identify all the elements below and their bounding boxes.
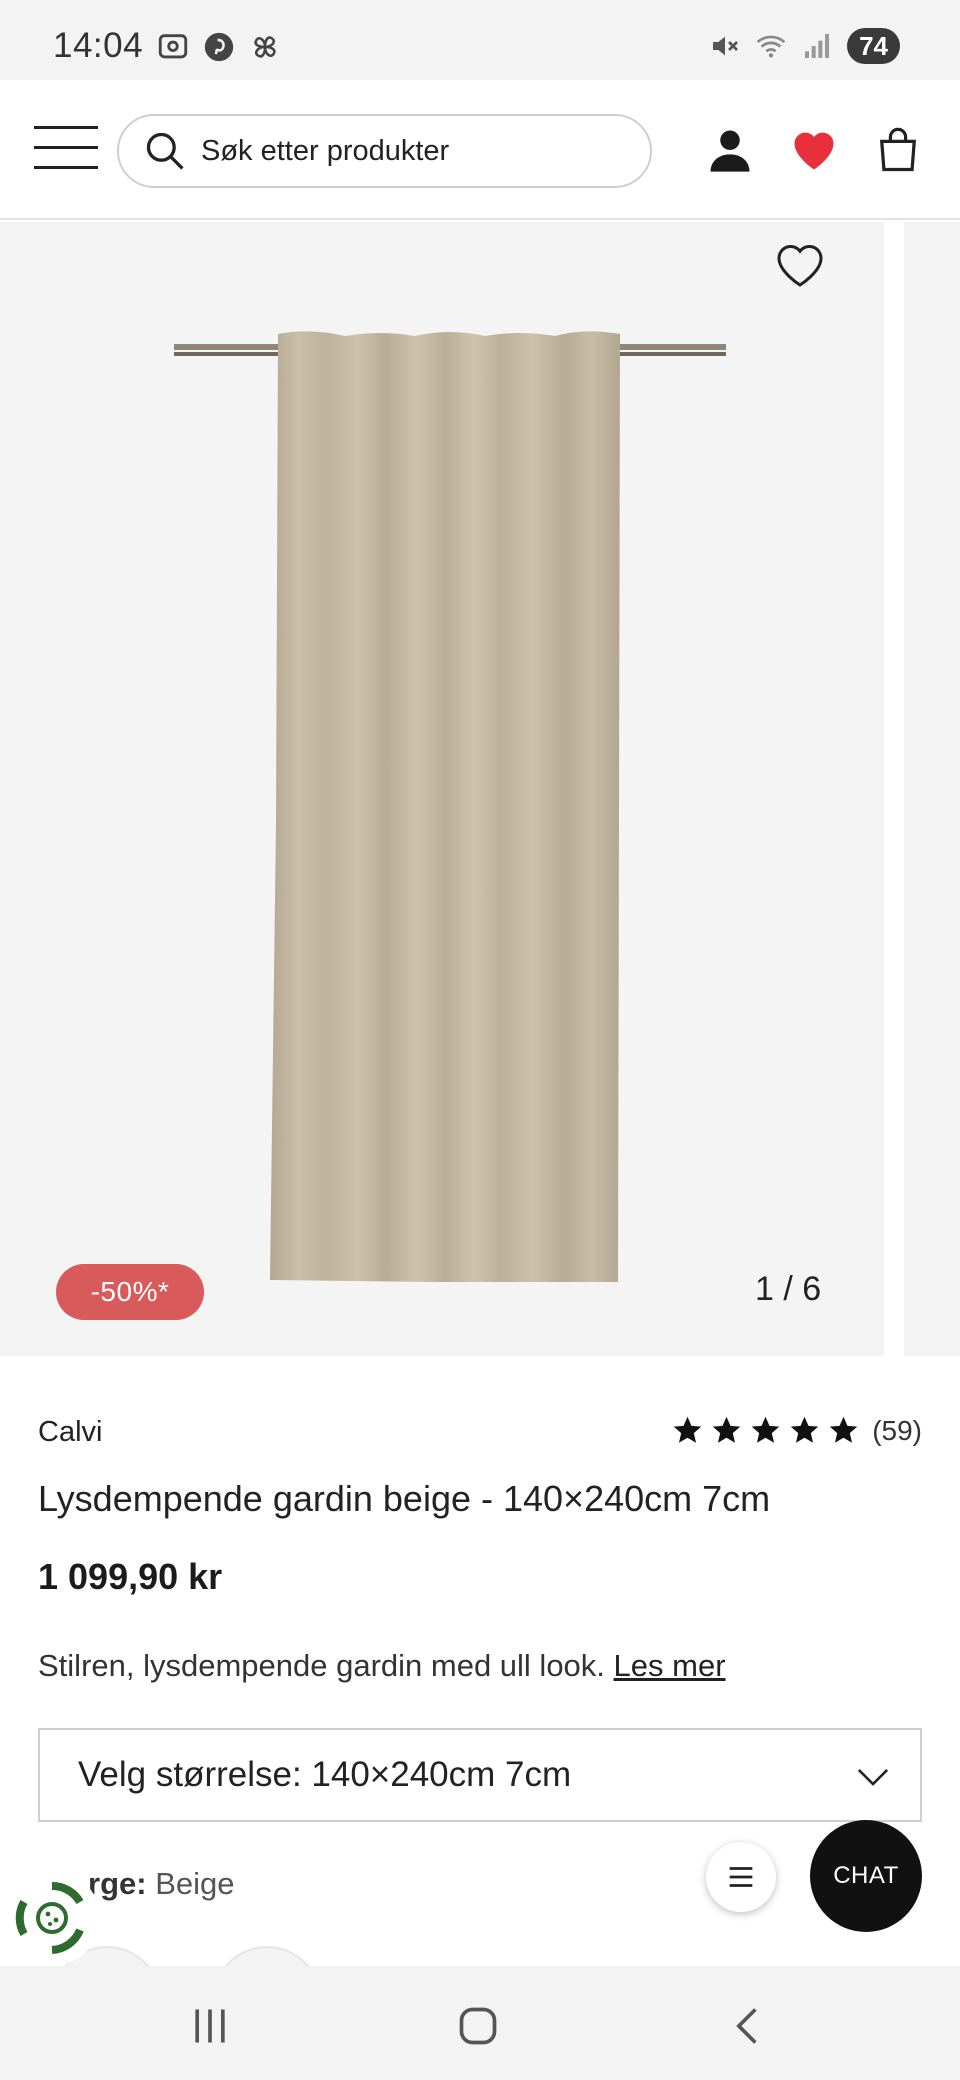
image-counter: 1 / 6: [755, 1270, 822, 1308]
size-select-label: Velg størrelse: 140×240cm 7cm: [78, 1755, 572, 1794]
product-description: Stilren, lysdempende gardin med ull look…: [38, 1648, 726, 1684]
mute-icon: [713, 36, 739, 56]
status-time: 14:04: [53, 26, 144, 65]
recycle-icon: [15, 1881, 84, 1954]
product-image-next-peek[interactable]: [904, 222, 960, 1356]
chevron-down-icon: [857, 1769, 889, 1786]
star-icon: [712, 1416, 741, 1443]
curtain-image: [174, 331, 726, 1282]
rating-count: (59): [872, 1414, 922, 1446]
list-menu-icon: [729, 1867, 753, 1887]
color-value: Beige: [155, 1866, 235, 1901]
product-brand[interactable]: Calvi: [38, 1416, 102, 1449]
product-image-main[interactable]: -50%* 1 / 6: [0, 222, 884, 1356]
status-icons-left: [156, 30, 282, 64]
pinwheel-icon: [254, 36, 276, 58]
signal-icon: [805, 34, 830, 58]
floating-menu-button[interactable]: [706, 1842, 776, 1912]
wifi-icon: [756, 35, 786, 58]
menu-button[interactable]: [34, 126, 98, 170]
screenshot-icon: [158, 34, 188, 59]
product-gallery[interactable]: -50%* 1 / 6: [0, 222, 960, 1356]
product-price: 1 099,90 kr: [38, 1556, 223, 1597]
home-icon[interactable]: [456, 2004, 500, 2048]
star-icon: [790, 1416, 819, 1443]
menu-icon-line: [34, 146, 98, 149]
user-icon[interactable]: [704, 124, 756, 176]
status-bar: 14:04 74: [0, 0, 960, 80]
description-text: Stilren, lysdempende gardin med ull look…: [38, 1648, 605, 1683]
heart-icon[interactable]: [788, 124, 840, 176]
search-icon: [146, 132, 184, 170]
android-nav-bar: [0, 1966, 960, 2080]
product-rating[interactable]: (59): [671, 1414, 922, 1447]
eco-badge[interactable]: [4, 1870, 100, 1966]
read-more-link[interactable]: Les mer: [614, 1648, 726, 1683]
battery-indicator: 74: [847, 28, 900, 64]
star-icon: [829, 1416, 858, 1443]
search-input[interactable]: [201, 134, 601, 168]
star-icon: [673, 1416, 702, 1443]
wishlist-heart-icon[interactable]: [772, 238, 828, 290]
menu-icon-line: [34, 166, 98, 169]
discount-badge: -50%*: [56, 1264, 204, 1320]
chat-button[interactable]: CHAT: [810, 1820, 922, 1932]
size-select[interactable]: Velg størrelse: 140×240cm 7cm: [38, 1728, 922, 1822]
color-row: rge: Beige: [88, 1866, 235, 1902]
bag-icon[interactable]: [872, 124, 924, 176]
back-icon[interactable]: [726, 2004, 770, 2048]
search-bar[interactable]: [117, 114, 652, 188]
star-icon: [751, 1416, 780, 1443]
recent-apps-icon[interactable]: [188, 2004, 232, 2048]
product-title: Lysdempende gardin beige - 140×240cm 7cm: [38, 1478, 771, 1519]
pinterest-icon: [204, 32, 234, 62]
site-header: [0, 80, 960, 220]
menu-icon-line: [34, 126, 98, 129]
status-icons-right: 74: [709, 28, 900, 64]
